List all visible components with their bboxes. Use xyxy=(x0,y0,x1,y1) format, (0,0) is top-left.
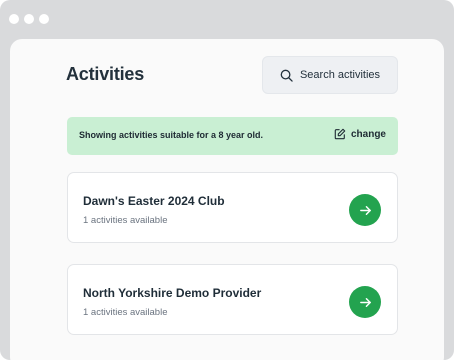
search-button-label: Search activities xyxy=(299,69,381,81)
change-age-button[interactable]: change xyxy=(334,128,386,140)
change-age-label: change xyxy=(350,128,386,140)
close-window-dot[interactable] xyxy=(9,14,19,24)
page-title: Activities xyxy=(66,64,145,84)
provider-activity-count: 1 activities available xyxy=(83,215,168,226)
window-controls xyxy=(9,14,49,24)
provider-name: North Yorkshire Demo Provider xyxy=(83,286,262,300)
provider-card[interactable]: North Yorkshire Demo Provider 1 activiti… xyxy=(67,264,398,335)
arrow-right-icon xyxy=(359,205,371,215)
provider-card[interactable]: Dawn's Easter 2024 Club 1 activities ava… xyxy=(67,172,398,243)
provider-name: Dawn's Easter 2024 Club xyxy=(83,194,225,208)
maximize-window-dot[interactable] xyxy=(39,14,49,24)
minimize-window-dot[interactable] xyxy=(24,14,34,24)
open-provider-button[interactable] xyxy=(349,286,381,318)
search-button[interactable]: Search activities xyxy=(262,56,398,94)
provider-activity-count: 1 activities available xyxy=(83,307,168,318)
edit-icon xyxy=(334,128,346,140)
page-header: Activities Search activities xyxy=(56,56,398,94)
browser-window: Activities Search activities Showing act… xyxy=(0,0,454,360)
age-filter-text: Showing activities suitable for a 8 year… xyxy=(79,130,264,140)
open-provider-button[interactable] xyxy=(349,194,381,226)
arrow-right-icon xyxy=(359,297,371,307)
age-filter-banner: Showing activities suitable for a 8 year… xyxy=(67,117,398,155)
search-icon xyxy=(280,69,293,82)
